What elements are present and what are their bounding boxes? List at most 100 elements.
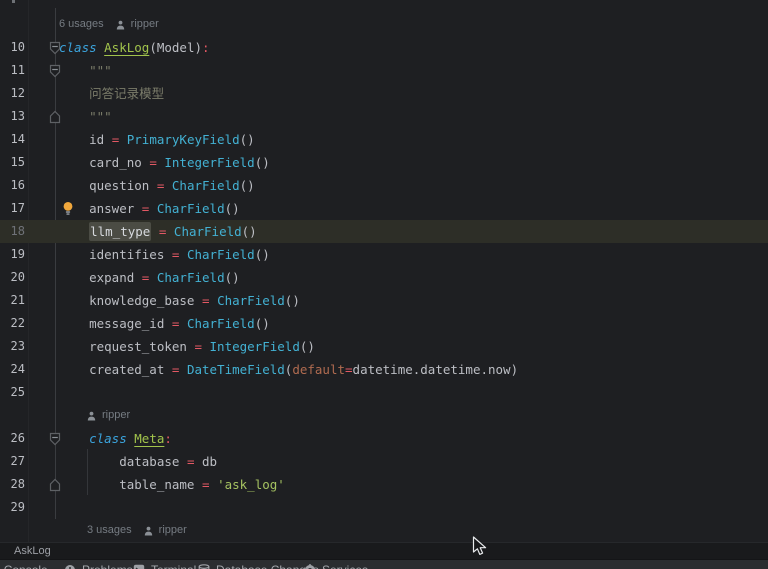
author-hint[interactable]: ripper xyxy=(159,519,187,542)
code-line[interactable]: 13 """ xyxy=(0,105,768,128)
code-text: knowledge_base = CharField() xyxy=(59,289,300,312)
code-token: answer xyxy=(59,201,142,216)
partial-glyph xyxy=(12,0,15,3)
code-line[interactable]: 15 card_no = IntegerField() xyxy=(0,151,768,174)
code-line[interactable]: 28 table_name = 'ask_log' xyxy=(0,473,768,496)
line-number[interactable]: 25 xyxy=(0,381,25,404)
code-token: CharField xyxy=(156,201,225,216)
code-line[interactable]: 23 request_token = IntegerField() xyxy=(0,335,768,358)
inlay-annotation[interactable]: ripper xyxy=(0,404,768,427)
code-line[interactable]: 11 """ xyxy=(0,59,768,82)
line-number[interactable]: 29 xyxy=(0,496,25,519)
code-text: """ xyxy=(59,59,112,82)
code-token: PrimaryKeyField xyxy=(126,132,240,147)
code-token: id xyxy=(59,132,112,147)
code-token: ) xyxy=(510,362,519,377)
code-line[interactable]: 27 database = db xyxy=(0,450,768,473)
tool-tab-database-changes[interactable]: Database Changes xyxy=(198,563,319,569)
tool-tab-services[interactable]: Services xyxy=(304,563,368,569)
usages-hint[interactable]: 3 usages xyxy=(87,519,132,542)
code-text: """ xyxy=(59,105,112,128)
code-line[interactable]: 19 identifies = CharField() xyxy=(0,243,768,266)
highlighted-identifier: llm_type xyxy=(89,222,152,241)
code-token: CharField xyxy=(156,270,225,285)
code-line[interactable]: 16 question = CharField() xyxy=(0,174,768,197)
code-token: IntegerField xyxy=(209,339,300,354)
inlay-annotation[interactable]: 3 usages ripper xyxy=(0,519,768,542)
code-token: 问答记录模型 xyxy=(59,86,165,101)
code-text: expand = CharField() xyxy=(59,266,240,289)
code-line[interactable]: 10 class AskLog(Model): xyxy=(0,36,768,59)
code-token: identifies xyxy=(59,247,172,262)
line-number[interactable]: 18 xyxy=(0,220,25,243)
code-token: : xyxy=(202,40,210,55)
code-line[interactable]: 22 message_id = CharField() xyxy=(0,312,768,335)
tool-tab-terminal[interactable]: Terminal xyxy=(133,563,196,569)
code-text: question = CharField() xyxy=(59,174,255,197)
line-number[interactable]: 15 xyxy=(0,151,25,174)
code-token: class xyxy=(89,431,135,446)
code-text: id = PrimaryKeyField() xyxy=(59,128,255,151)
code-line[interactable]: 26 class Meta: xyxy=(0,427,768,450)
author-icon xyxy=(87,411,96,420)
code-token: datetime.datetime.now xyxy=(352,362,511,377)
author-icon xyxy=(144,526,152,535)
line-number[interactable]: 24 xyxy=(0,358,25,381)
code-token: CharField xyxy=(186,316,255,331)
code-line[interactable]: 14 id = PrimaryKeyField() xyxy=(0,128,768,151)
code-token: database xyxy=(59,454,187,469)
code-text: created_at = DateTimeField(default=datet… xyxy=(59,358,518,381)
line-number[interactable]: 23 xyxy=(0,335,25,358)
code-line[interactable]: 25 xyxy=(0,381,768,404)
usages-hint[interactable]: 6 usages xyxy=(59,13,104,36)
line-number[interactable]: 28 xyxy=(0,473,25,496)
inlay-annotation[interactable]: 6 usages ripper xyxy=(0,13,768,36)
line-number[interactable]: 20 xyxy=(0,266,25,289)
code-line[interactable]: 29 xyxy=(0,496,768,519)
line-number[interactable]: 17 xyxy=(0,197,25,220)
line-number[interactable]: 12 xyxy=(0,82,25,105)
line-number[interactable]: 11 xyxy=(0,59,25,82)
line-number[interactable]: 19 xyxy=(0,243,25,266)
code-token: () xyxy=(239,178,255,193)
author-icon xyxy=(116,20,124,29)
code-token: () xyxy=(224,270,240,285)
tool-tab-problems[interactable]: Problems xyxy=(64,563,133,569)
code-line[interactable]: 12 问答记录模型 xyxy=(0,82,768,105)
code-token: () xyxy=(254,247,270,262)
line-number[interactable]: 13 xyxy=(0,105,25,128)
code-token: () xyxy=(239,132,255,147)
author-hint[interactable]: ripper xyxy=(131,13,159,36)
tool-tab-label: Problems xyxy=(82,563,133,569)
code-token: = xyxy=(149,155,157,170)
author-hint[interactable]: ripper xyxy=(102,404,130,427)
code-editor[interactable]: 6 usages ripper 10 class AskLog(Model): 11 "… xyxy=(0,0,768,542)
line-number[interactable]: 22 xyxy=(0,312,25,335)
code-line[interactable]: 24 created_at = DateTimeField(default=da… xyxy=(0,358,768,381)
line-number[interactable]: 14 xyxy=(0,128,25,151)
code-line[interactable]: 17 answer = CharField() xyxy=(0,197,768,220)
code-token: 'ask_log' xyxy=(217,477,285,492)
code-text: 问答记录模型 xyxy=(59,82,164,105)
line-number[interactable]: 27 xyxy=(0,450,25,473)
tool-tab-label: Terminal xyxy=(151,563,196,569)
line-number[interactable]: 16 xyxy=(0,174,25,197)
line-number[interactable]: 21 xyxy=(0,289,25,312)
code-token: CharField xyxy=(171,178,240,193)
code-line[interactable]: 21 knowledge_base = CharField() xyxy=(0,289,768,312)
breadcrumb-item-asklog[interactable]: AskLog xyxy=(14,543,51,559)
code-line[interactable]: 18 llm_type = CharField() xyxy=(0,220,768,243)
code-token: CharField xyxy=(186,247,255,262)
code-line[interactable]: 20 expand = CharField() xyxy=(0,266,768,289)
line-number[interactable]: 26 xyxy=(0,427,25,450)
tool-tab-python-console[interactable]: Python Console xyxy=(0,563,48,569)
tool-tab-label: Services xyxy=(322,563,368,569)
line-number[interactable]: 10 xyxy=(0,36,25,59)
